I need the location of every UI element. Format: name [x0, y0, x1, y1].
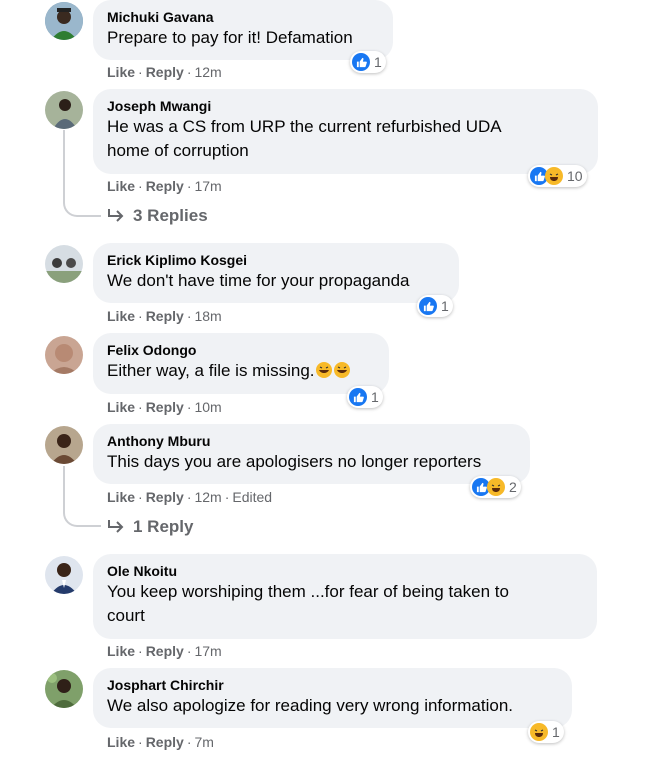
comment-author[interactable]: Josphart Chirchir [107, 676, 558, 694]
view-replies-button[interactable]: 3 Replies [107, 206, 208, 226]
like-icon [419, 297, 437, 315]
haha-icon [487, 478, 505, 496]
comment-text: We also apologize for reading very wrong… [107, 696, 514, 715]
comment-text-content: Either way, a file is missing. [107, 361, 315, 380]
comment-text-line: court [107, 606, 145, 625]
comment-text: Prepare to pay for it! Defamation [107, 28, 353, 47]
thread-curve [63, 511, 101, 527]
reply-button[interactable]: Reply [146, 643, 184, 659]
reply-button[interactable]: Reply [146, 64, 184, 80]
rofl-emoji-icon [333, 361, 351, 386]
comment-actions: Like · Reply · 17m [107, 178, 222, 194]
comment-actions: Like · Reply · 18m [107, 308, 222, 324]
reply-arrow-icon [108, 520, 124, 533]
comment-author[interactable]: Felix Odongo [107, 341, 375, 359]
comment-bubble: Joseph Mwangi He was a CS from URP the c… [93, 89, 598, 174]
edited-label[interactable]: Edited [232, 489, 272, 505]
timestamp[interactable]: 18m [194, 308, 221, 324]
avatar[interactable] [45, 670, 83, 708]
like-icon [352, 53, 370, 71]
comment-text: We don't have time for your propaganda [107, 271, 410, 290]
thread-line [63, 466, 65, 512]
avatar[interactable] [45, 245, 83, 283]
comment-text: This days you are apologisers no longer … [107, 452, 482, 471]
comment-author[interactable]: Ole Nkoitu [107, 562, 583, 580]
comment-text-line: You keep worshiping them ...for fear of … [107, 582, 509, 601]
reaction-count: 1 [552, 724, 560, 740]
view-replies-button[interactable]: 1 Reply [107, 517, 193, 537]
comment-author[interactable]: Erick Kiplimo Kosgei [107, 251, 445, 269]
avatar[interactable] [45, 91, 83, 129]
timestamp[interactable]: 7m [194, 734, 213, 750]
avatar[interactable] [45, 2, 83, 40]
comment-bubble: Michuki Gavana Prepare to pay for it! De… [93, 0, 393, 60]
reaction-count: 10 [567, 168, 583, 184]
comment-text-line: home of corruption [107, 141, 249, 160]
haha-icon [545, 167, 563, 185]
timestamp[interactable]: 17m [194, 643, 221, 659]
reaction-summary[interactable]: 2 [470, 476, 521, 498]
timestamp[interactable]: 12m [194, 64, 221, 80]
reaction-summary[interactable]: 1 [350, 51, 386, 73]
comment-bubble: Felix Odongo Either way, a file is missi… [93, 333, 389, 394]
like-button[interactable]: Like [107, 64, 135, 80]
reaction-count: 2 [509, 479, 517, 495]
comment-author[interactable]: Joseph Mwangi [107, 97, 584, 115]
comment-actions: Like · Reply · 12m · Edited [107, 489, 273, 505]
reply-button[interactable]: Reply [146, 734, 184, 750]
thread-curve [63, 201, 101, 217]
reaction-count: 1 [371, 389, 379, 405]
haha-icon [530, 723, 548, 741]
reply-arrow-icon [108, 209, 124, 222]
comment-bubble: Erick Kiplimo Kosgei We don't have time … [93, 243, 459, 303]
comment-actions: Like · Reply · 10m [107, 399, 222, 415]
comment-text: Either way, a file is missing. [107, 359, 375, 386]
like-button[interactable]: Like [107, 489, 135, 505]
reply-button[interactable]: Reply [146, 489, 184, 505]
comment-actions: Like · Reply · 17m [107, 643, 222, 659]
thread-line [63, 130, 65, 202]
timestamp[interactable]: 10m [194, 399, 221, 415]
reaction-summary[interactable]: 1 [347, 386, 383, 408]
comment-bubble: Anthony Mburu This days you are apologis… [93, 424, 530, 484]
reply-button[interactable]: Reply [146, 308, 184, 324]
like-button[interactable]: Like [107, 178, 135, 194]
rofl-emoji-icon [315, 361, 333, 386]
comment-actions: Like · Reply · 12m [107, 64, 222, 80]
reply-button[interactable]: Reply [146, 399, 184, 415]
comment-actions: Like · Reply · 7m [107, 734, 214, 750]
timestamp[interactable]: 12m [194, 489, 221, 505]
like-button[interactable]: Like [107, 734, 135, 750]
reaction-count: 1 [441, 298, 449, 314]
comment-bubble: Ole Nkoitu You keep worshiping them ...f… [93, 554, 597, 639]
timestamp[interactable]: 17m [194, 178, 221, 194]
reaction-summary[interactable]: 10 [528, 165, 587, 187]
reaction-summary[interactable]: 1 [417, 295, 453, 317]
reaction-count: 1 [374, 54, 382, 70]
comment-bubble: Josphart Chirchir We also apologize for … [93, 668, 572, 728]
replies-label: 3 Replies [133, 206, 208, 225]
avatar[interactable] [45, 426, 83, 464]
comment-author[interactable]: Anthony Mburu [107, 432, 516, 450]
like-button[interactable]: Like [107, 399, 135, 415]
like-button[interactable]: Like [107, 308, 135, 324]
reply-button[interactable]: Reply [146, 178, 184, 194]
like-button[interactable]: Like [107, 643, 135, 659]
reaction-summary[interactable]: 1 [528, 721, 564, 743]
replies-label: 1 Reply [133, 517, 194, 536]
avatar[interactable] [45, 336, 83, 374]
comment-text-line: He was a CS from URP the current refurbi… [107, 117, 502, 136]
comment-author[interactable]: Michuki Gavana [107, 8, 379, 26]
like-icon [349, 388, 367, 406]
avatar[interactable] [45, 556, 83, 594]
